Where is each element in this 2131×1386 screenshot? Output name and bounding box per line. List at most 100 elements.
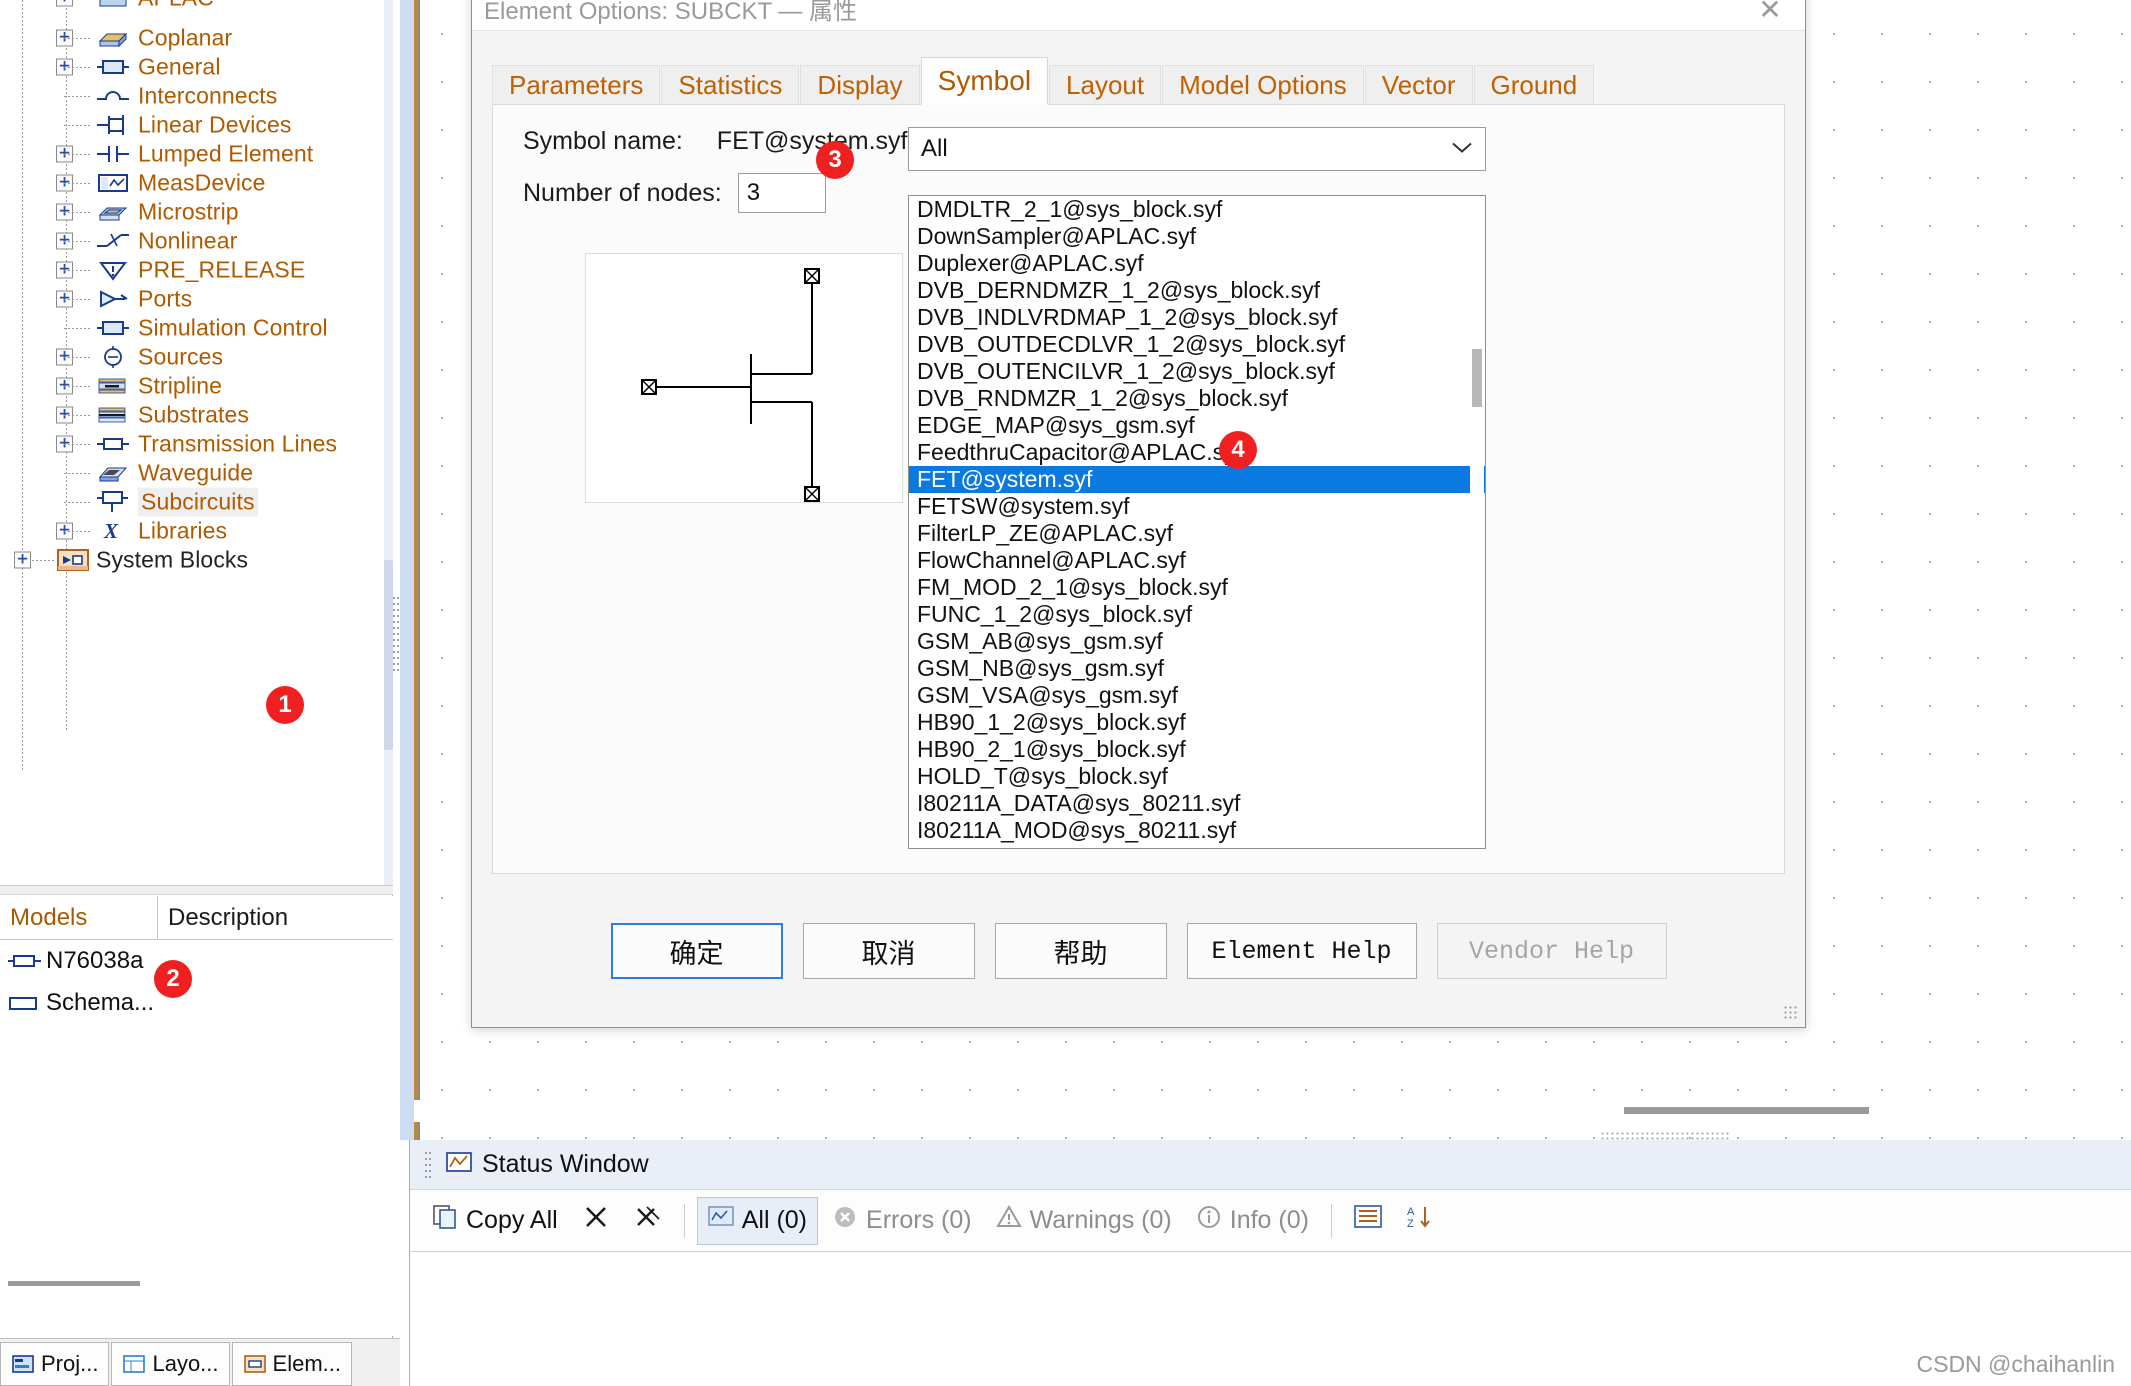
tab-ground[interactable]: Ground xyxy=(1473,65,1595,105)
element-help-button[interactable]: Element Help xyxy=(1186,923,1417,979)
symbol-filter-value: All xyxy=(921,135,948,162)
tab-project[interactable]: Proj... xyxy=(0,1342,110,1386)
filter-info-button[interactable]: Info (0) xyxy=(1186,1197,1319,1245)
dialog-titlebar[interactable]: Element Options: SUBCKT — 属性 ✕ xyxy=(472,0,1805,31)
list-item[interactable]: DVB_INDLVRDMAP_1_2@sys_block.syf xyxy=(909,304,1485,331)
list-item[interactable]: HOLD_T@sys_block.syf xyxy=(909,763,1485,790)
list-item[interactable]: GSM_NB@sys_gsm.syf xyxy=(909,655,1485,682)
models-horizontal-scrollbar[interactable] xyxy=(0,1278,393,1292)
dialog-tabstrip: Parameters Statistics Display Symbol Lay… xyxy=(492,57,1785,105)
list-item[interactable]: DMDLTR_2_1@sys_block.syf xyxy=(909,196,1485,223)
tab-model-options[interactable]: Model Options xyxy=(1162,65,1364,105)
list-item[interactable]: GSM_AB@sys_gsm.syf xyxy=(909,628,1485,655)
list-item[interactable]: FlowChannel@APLAC.syf xyxy=(909,547,1485,574)
annotation-badge-3: 3 xyxy=(816,141,854,179)
tree-connector xyxy=(64,154,92,155)
close-icon[interactable]: ✕ xyxy=(1743,0,1797,27)
canvas-scrollbar-thumb[interactable] xyxy=(1624,1107,1869,1114)
tab-parameters[interactable]: Parameters xyxy=(492,65,661,105)
model-name: Schema... xyxy=(46,989,155,1016)
filter-errors-button[interactable]: Errors (0) xyxy=(822,1197,982,1245)
description-column-header[interactable]: Description xyxy=(158,896,393,939)
list-item[interactable]: DVB_OUTENCILVR_1_2@sys_block.syf xyxy=(909,358,1485,385)
help-button[interactable]: 帮助 xyxy=(994,923,1167,979)
tab-layout[interactable]: Layo... xyxy=(111,1342,230,1386)
list-item[interactable]: DVB_DERNDMZR_1_2@sys_block.syf xyxy=(909,277,1485,304)
clear-button[interactable] xyxy=(572,1197,620,1245)
list-item[interactable]: DownSampler@APLAC.syf xyxy=(909,223,1485,250)
toolbar-divider xyxy=(1330,1203,1332,1238)
tab-statistics[interactable]: Statistics xyxy=(661,65,800,105)
list-item[interactable]: I80211A_DATA@sys_80211.syf xyxy=(909,790,1485,817)
filter-all-button[interactable]: All (0) xyxy=(696,1196,819,1245)
list-item[interactable]: HB90_1_2@sys_block.syf xyxy=(909,709,1485,736)
clear-all-button[interactable] xyxy=(624,1197,672,1245)
expand-toggle-icon[interactable] xyxy=(14,551,31,569)
drag-handle-icon[interactable] xyxy=(424,1149,432,1180)
tree-scrollbar[interactable] xyxy=(384,0,393,885)
chevron-down-icon[interactable] xyxy=(1451,139,1473,160)
symbol-list-selected-item[interactable]: FET@system.syf xyxy=(909,466,1485,493)
list-item[interactable]: FeedthruCapacitor@APLAC.syf xyxy=(909,439,1485,466)
symbol-list-scrollbar[interactable] xyxy=(1470,197,1484,847)
list-item[interactable]: DVB_RNDMZR_1_2@sys_block.syf xyxy=(909,385,1485,412)
tree-connector xyxy=(64,125,92,126)
ok-button[interactable]: 确定 xyxy=(610,923,783,979)
group-list-button[interactable] xyxy=(1344,1197,1392,1245)
sidebar-item-system-blocks[interactable]: System Blocks xyxy=(0,540,393,580)
list-item[interactable]: I80211A_MOD@sys_80211.syf xyxy=(909,817,1485,844)
all-icon xyxy=(707,1205,734,1236)
list-item[interactable]: FETSW@system.syf xyxy=(909,493,1485,520)
left-panel-splitter[interactable] xyxy=(0,885,393,895)
tab-vector[interactable]: Vector xyxy=(1364,65,1473,105)
list-item[interactable]: FilterLP_ZE@APLAC.syf xyxy=(909,520,1485,547)
dialog-resize-grip[interactable] xyxy=(1783,1005,1799,1021)
status-message-list[interactable] xyxy=(410,1252,2131,1386)
clear-all-icon xyxy=(634,1203,662,1238)
status-window-title: Status Window xyxy=(482,1150,649,1178)
list-item[interactable]: EDGE_MAP@sys_gsm.syf xyxy=(909,412,1485,439)
list-item[interactable]: I80211A_SCRM@sys_80211.syf xyxy=(909,844,1485,848)
filter-warnings-button[interactable]: Warnings (0) xyxy=(986,1197,1182,1245)
sort-az-button[interactable]: AZ xyxy=(1396,1197,1444,1245)
filter-warnings-label: Warnings (0) xyxy=(1029,1206,1172,1234)
canvas-left-rail-border xyxy=(417,0,420,1140)
list-item[interactable]: FM_MOD_2_1@sys_block.syf xyxy=(909,574,1485,601)
tab-label: Proj... xyxy=(41,1351,99,1376)
schematic-icon xyxy=(8,994,46,1012)
models-scrollbar-thumb[interactable] xyxy=(8,1281,140,1286)
list-item[interactable]: FUNC_1_2@sys_block.syf xyxy=(909,601,1485,628)
model-row-schematic[interactable]: Schema... xyxy=(0,982,393,1024)
tree-connector xyxy=(64,444,92,445)
list-item[interactable]: Duplexer@APLAC.syf xyxy=(909,250,1485,277)
list-item[interactable]: HB90_2_1@sys_block.syf xyxy=(909,736,1485,763)
status-window-toolbar: Copy All All (0) Errors (0) Warnings (0)… xyxy=(410,1190,2131,1252)
models-column-header[interactable]: Models xyxy=(0,896,158,939)
status-window-titlebar[interactable]: Status Window xyxy=(410,1140,2131,1190)
canvas-splitter-handle[interactable] xyxy=(392,595,400,675)
element-browser-tree[interactable]: APLAC Coplanar General xyxy=(0,0,393,885)
tab-elements[interactable]: Elem... xyxy=(231,1342,352,1386)
cancel-button[interactable]: 取消 xyxy=(802,923,975,979)
annotation-badge-2: 2 xyxy=(154,960,192,998)
tab-symbol[interactable]: Symbol xyxy=(920,57,1049,105)
app-root: APLAC Coplanar General xyxy=(0,0,2131,1386)
expand-toggle-icon[interactable] xyxy=(56,0,73,7)
copy-all-button[interactable]: Copy All xyxy=(422,1197,568,1245)
list-item[interactable]: GSM_VSA@sys_gsm.syf xyxy=(909,682,1485,709)
tree-connector xyxy=(64,473,92,474)
model-name: N76038a xyxy=(46,947,144,974)
sort-az-icon: AZ xyxy=(1406,1204,1434,1237)
tab-layout[interactable]: Layout xyxy=(1049,65,1162,105)
symbol-filter-combo[interactable]: All xyxy=(908,127,1486,171)
symbol-list[interactable]: DMDLTR_2_1@sys_block.syf DownSampler@APL… xyxy=(908,195,1486,849)
number-of-nodes-input[interactable]: 3 xyxy=(737,173,826,213)
tree-connector xyxy=(64,357,92,358)
tab-display[interactable]: Display xyxy=(800,65,920,105)
model-row-n76038a[interactable]: N76038a xyxy=(0,940,393,982)
copy-all-label: Copy All xyxy=(466,1206,558,1234)
symbol-list-scrollbar-thumb[interactable] xyxy=(1472,349,1482,407)
canvas-horizontal-scrollbar[interactable] xyxy=(414,1100,2131,1122)
sidebar-item-aplac[interactable]: APLAC xyxy=(0,0,393,18)
list-item[interactable]: DVB_OUTDECDLVR_1_2@sys_block.syf xyxy=(909,331,1485,358)
